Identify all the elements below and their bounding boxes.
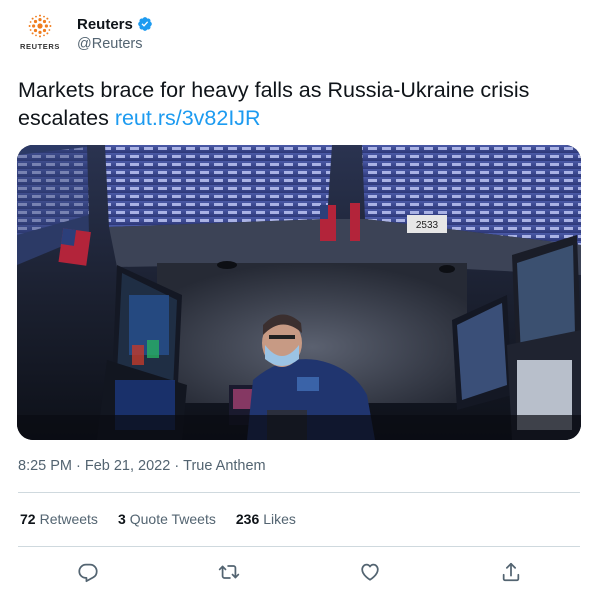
retweets-stat[interactable]: 72 Retweets	[20, 511, 98, 527]
like-icon	[361, 563, 379, 581]
tweet-link[interactable]: reut.rs/3v82IJR	[115, 106, 261, 130]
like-button[interactable]	[358, 560, 382, 584]
display-name[interactable]: Reuters	[77, 16, 133, 33]
avatar[interactable]: REUTERS	[18, 14, 62, 58]
tweet-source[interactable]: True Anthem	[183, 458, 265, 474]
quote-tweets-label: Quote Tweets	[129, 511, 216, 527]
meta-separator: ·	[174, 458, 180, 474]
retweets-count: 72	[20, 511, 36, 527]
retweets-label: Retweets	[39, 511, 98, 527]
tweet-text: Markets brace for heavy falls as Russia-…	[18, 76, 578, 132]
tweet-header: REUTERS Reuters @Reuters	[18, 12, 578, 60]
likes-stat[interactable]: 236 Likes	[236, 511, 296, 527]
likes-label: Likes	[263, 511, 296, 527]
reuters-logo-icon	[28, 14, 52, 38]
tweet-photo[interactable]: 2533	[17, 145, 581, 440]
tweet-actions	[18, 560, 580, 584]
tweet-meta: 8:25 PM · Feb 21, 2022 · True Anthem	[18, 458, 266, 474]
likes-count: 236	[235, 511, 260, 527]
reply-icon	[78, 563, 98, 583]
share-icon	[502, 562, 520, 582]
avatar-wordmark: REUTERS	[19, 42, 61, 51]
quote-tweets-count: 3	[117, 511, 126, 527]
meta-separator: ·	[76, 458, 81, 474]
reply-button[interactable]	[76, 560, 100, 584]
tweet-body: Markets brace for heavy falls as Russia-…	[18, 78, 530, 130]
trading-floor-photo: 2533	[17, 145, 581, 440]
tweet-date[interactable]: Feb 21, 2022	[85, 458, 170, 474]
tweet-stats: 72 Retweets 3 Quote Tweets 236 Likes	[20, 511, 296, 527]
retweet-button[interactable]	[217, 560, 241, 584]
retweet-icon	[218, 565, 240, 579]
author-handle[interactable]: @Reuters	[77, 36, 153, 52]
share-button[interactable]	[499, 560, 523, 584]
divider	[18, 492, 580, 493]
display-name-row: Reuters	[77, 14, 153, 34]
author-info: Reuters @Reuters	[77, 14, 153, 52]
tweet-time[interactable]: 8:25 PM	[18, 458, 72, 474]
monitor-number: 2533	[416, 220, 439, 231]
verified-badge-icon	[138, 17, 152, 31]
divider	[18, 546, 580, 547]
us-flag-left	[58, 228, 91, 266]
quote-tweets-stat[interactable]: 3 Quote Tweets	[118, 511, 216, 527]
